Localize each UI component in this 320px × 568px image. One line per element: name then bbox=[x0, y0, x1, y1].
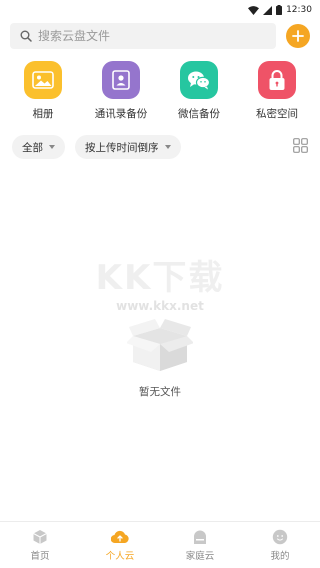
search-icon bbox=[20, 30, 32, 42]
status-bar: 12:30 bbox=[0, 0, 320, 20]
tab-label: 家庭云 bbox=[185, 550, 215, 562]
search-input[interactable] bbox=[38, 29, 238, 43]
photo-album-icon bbox=[24, 61, 62, 99]
personal-cloud-icon bbox=[111, 530, 129, 543]
lock-icon bbox=[258, 61, 296, 99]
quick-action-label: 微信备份 bbox=[178, 108, 220, 120]
quick-action-wechat[interactable]: 微信备份 bbox=[161, 61, 237, 121]
empty-state: 暂无文件 bbox=[0, 318, 320, 399]
tab-label: 个人云 bbox=[105, 550, 135, 562]
file-type-filter-label: 全部 bbox=[22, 141, 43, 154]
sort-order-filter[interactable]: 按上传时间倒序 bbox=[75, 135, 181, 159]
status-time: 12:30 bbox=[286, 5, 312, 15]
quick-action-label: 私密空间 bbox=[256, 108, 298, 120]
tab-profile[interactable]: 我的 bbox=[240, 522, 320, 568]
profile-icon bbox=[272, 529, 288, 544]
tab-family-cloud[interactable]: 家庭云 bbox=[160, 522, 240, 568]
quick-actions: 相册 通讯录备份 微信备份 私密空间 bbox=[0, 61, 320, 121]
sort-order-label: 按上传时间倒序 bbox=[85, 141, 159, 154]
tab-home[interactable]: 首页 bbox=[0, 522, 80, 568]
empty-box-icon bbox=[127, 319, 193, 371]
tab-label: 我的 bbox=[270, 550, 290, 562]
plus-icon bbox=[292, 30, 304, 42]
quick-action-private-space[interactable]: 私密空间 bbox=[239, 61, 315, 121]
watermark-main: KK下载 bbox=[95, 258, 225, 298]
watermark-sub: www.kkx.net bbox=[116, 299, 204, 313]
wechat-icon bbox=[180, 61, 218, 99]
quick-action-contacts[interactable]: 通讯录备份 bbox=[83, 61, 159, 121]
caret-down-icon bbox=[164, 145, 171, 149]
tab-personal-cloud[interactable]: 个人云 bbox=[80, 522, 160, 568]
quick-action-label: 通讯录备份 bbox=[94, 108, 148, 120]
tab-label: 首页 bbox=[30, 550, 50, 562]
empty-state-text: 暂无文件 bbox=[139, 386, 181, 398]
search-box[interactable] bbox=[10, 23, 276, 49]
signal-icon bbox=[263, 5, 273, 15]
bottom-tab-bar: 首页 个人云 家庭云 我的 bbox=[0, 521, 320, 568]
family-cloud-icon bbox=[194, 530, 206, 544]
watermark: KK下载 www.kkx.net bbox=[0, 250, 320, 313]
battery-icon bbox=[276, 5, 283, 15]
contacts-backup-icon bbox=[102, 61, 140, 99]
grid-view-toggle[interactable] bbox=[293, 137, 308, 157]
search-row bbox=[0, 23, 320, 49]
quick-action-label: 相册 bbox=[32, 108, 54, 120]
filter-row: 全部 按上传时间倒序 bbox=[0, 135, 320, 159]
quick-action-album[interactable]: 相册 bbox=[5, 61, 81, 121]
caret-down-icon bbox=[49, 145, 55, 149]
grid-view-icon bbox=[293, 137, 308, 153]
add-button[interactable] bbox=[286, 24, 310, 48]
home-cube-icon bbox=[33, 529, 47, 544]
file-type-filter[interactable]: 全部 bbox=[12, 135, 65, 159]
wifi-icon bbox=[248, 5, 260, 15]
